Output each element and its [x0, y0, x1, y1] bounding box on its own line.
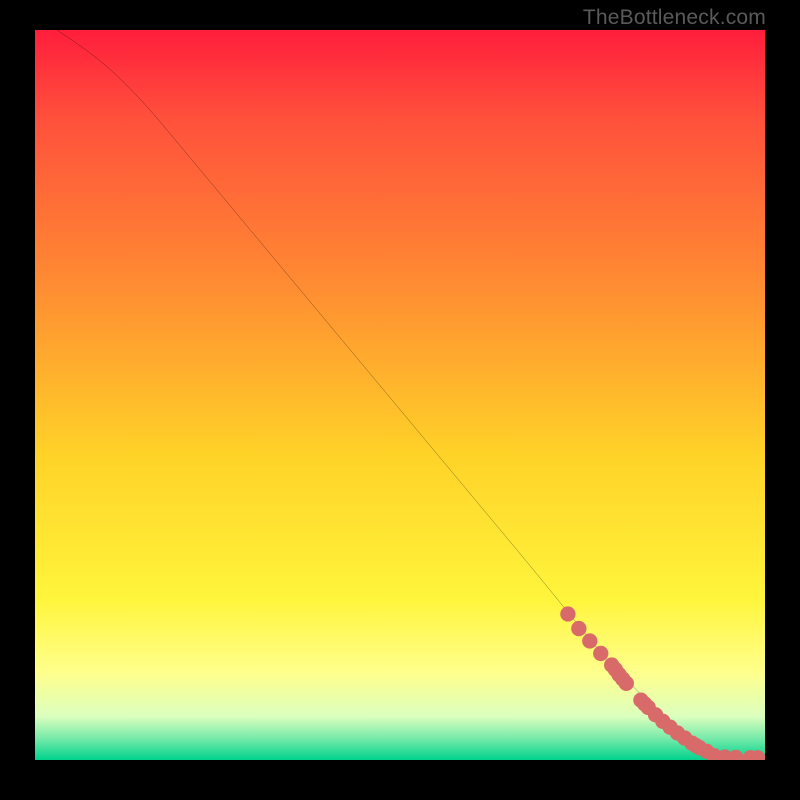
- highlight-point: [619, 676, 634, 691]
- plot-area: [35, 30, 765, 760]
- highlight-point: [582, 633, 597, 648]
- highlight-point: [593, 646, 608, 661]
- highlight-point: [571, 621, 586, 636]
- highlight-point: [560, 606, 575, 621]
- credit-watermark: TheBottleneck.com: [583, 6, 766, 30]
- highlight-points-group: [560, 606, 765, 760]
- highlight-point: [728, 750, 743, 760]
- chart-stage: TheBottleneck.com: [0, 0, 800, 800]
- bottleneck-curve: [57, 30, 765, 759]
- chart-overlay-svg: [35, 30, 765, 760]
